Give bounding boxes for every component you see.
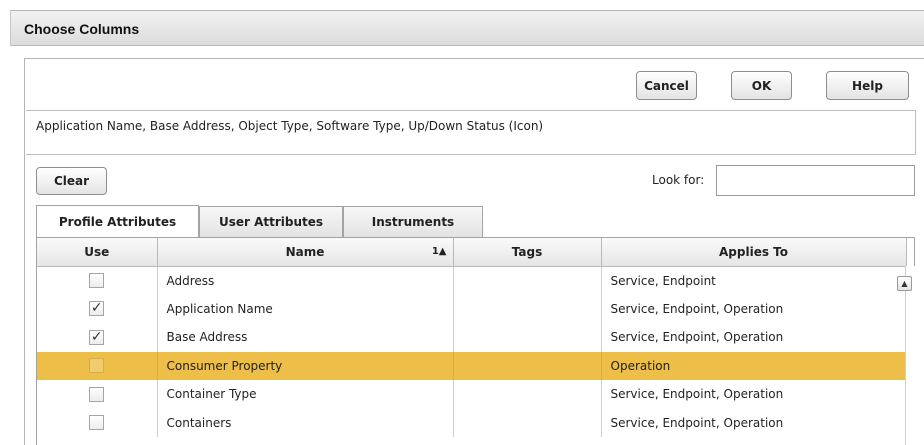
applies-to-cell: Operation [601, 351, 907, 380]
tab-user-attributes[interactable]: User Attributes [199, 206, 343, 237]
cancel-button[interactable]: Cancel [636, 71, 697, 100]
selected-columns-summary: Application Name, Base Address, Object T… [26, 110, 916, 155]
tags-cell [453, 323, 602, 352]
column-header-name[interactable]: Name 1▲ [157, 238, 454, 267]
tags-cell [453, 380, 602, 409]
vertical-scrollbar[interactable] [905, 266, 915, 445]
tab-instruments[interactable]: Instruments [343, 206, 483, 237]
column-header-tags[interactable]: Tags [453, 238, 602, 267]
applies-to-cell: Service, Endpoint, Operation [601, 380, 907, 409]
name-cell: Application Name [157, 294, 454, 323]
look-for-input[interactable] [716, 165, 915, 196]
name-cell: Container Type [157, 380, 454, 409]
column-header-applies-to[interactable]: Applies To [601, 238, 907, 267]
use-cell [37, 408, 158, 437]
dialog-title-bar: Choose Columns [10, 10, 924, 46]
table-row[interactable]: Consumer Property Operation [37, 351, 907, 380]
applies-to-cell: Service, Endpoint [601, 266, 907, 295]
use-cell [37, 266, 158, 295]
ok-button[interactable]: OK [731, 71, 792, 100]
look-for-label: Look for: [652, 173, 705, 187]
use-checkbox[interactable]: ✓ [89, 329, 105, 345]
tags-cell [453, 266, 602, 295]
tags-cell [453, 408, 602, 437]
tags-cell [453, 294, 602, 323]
table-row[interactable]: Address Service, Endpoint [37, 266, 907, 295]
applies-to-cell: Service, Endpoint, Operation [601, 408, 907, 437]
table-row[interactable]: Containers Service, Endpoint, Operation [37, 408, 907, 437]
clear-button[interactable]: Clear [36, 167, 107, 195]
use-checkbox[interactable] [89, 358, 105, 374]
name-cell: Containers [157, 408, 454, 437]
tab-profile-attributes[interactable]: Profile Attributes [36, 205, 199, 237]
use-checkbox[interactable]: ✓ [89, 301, 105, 317]
name-cell: Consumer Property [157, 351, 454, 380]
use-cell: ✓ [37, 294, 158, 323]
tags-cell [453, 351, 602, 380]
name-cell: Address [157, 266, 454, 295]
use-checkbox[interactable] [89, 415, 105, 431]
column-header-use[interactable]: Use [37, 238, 158, 267]
sort-ascending-icon: 1▲ [431, 246, 447, 257]
applies-to-cell: Service, Endpoint, Operation [601, 294, 907, 323]
use-cell [37, 380, 158, 409]
name-cell: Base Address [157, 323, 454, 352]
table-row[interactable]: Container Type Service, Endpoint, Operati… [37, 380, 907, 409]
use-cell [37, 351, 158, 380]
table-row[interactable]: ✓ Application Name Service, Endpoint, Oper… [37, 294, 907, 323]
dialog-title: Choose Columns [24, 21, 140, 37]
scroll-up-arrow-icon[interactable]: ▲ [897, 276, 912, 291]
attributes-grid: Use Name 1▲ Tags Applies To Address Servi… [36, 237, 915, 445]
help-button[interactable]: Help [826, 71, 909, 100]
use-checkbox[interactable] [89, 273, 105, 288]
use-cell: ✓ [37, 323, 158, 352]
use-checkbox[interactable] [89, 386, 105, 402]
table-row[interactable]: ✓ Base Address Service, Endpoint, Operatio… [37, 323, 907, 352]
applies-to-cell: Service, Endpoint, Operation [601, 323, 907, 352]
